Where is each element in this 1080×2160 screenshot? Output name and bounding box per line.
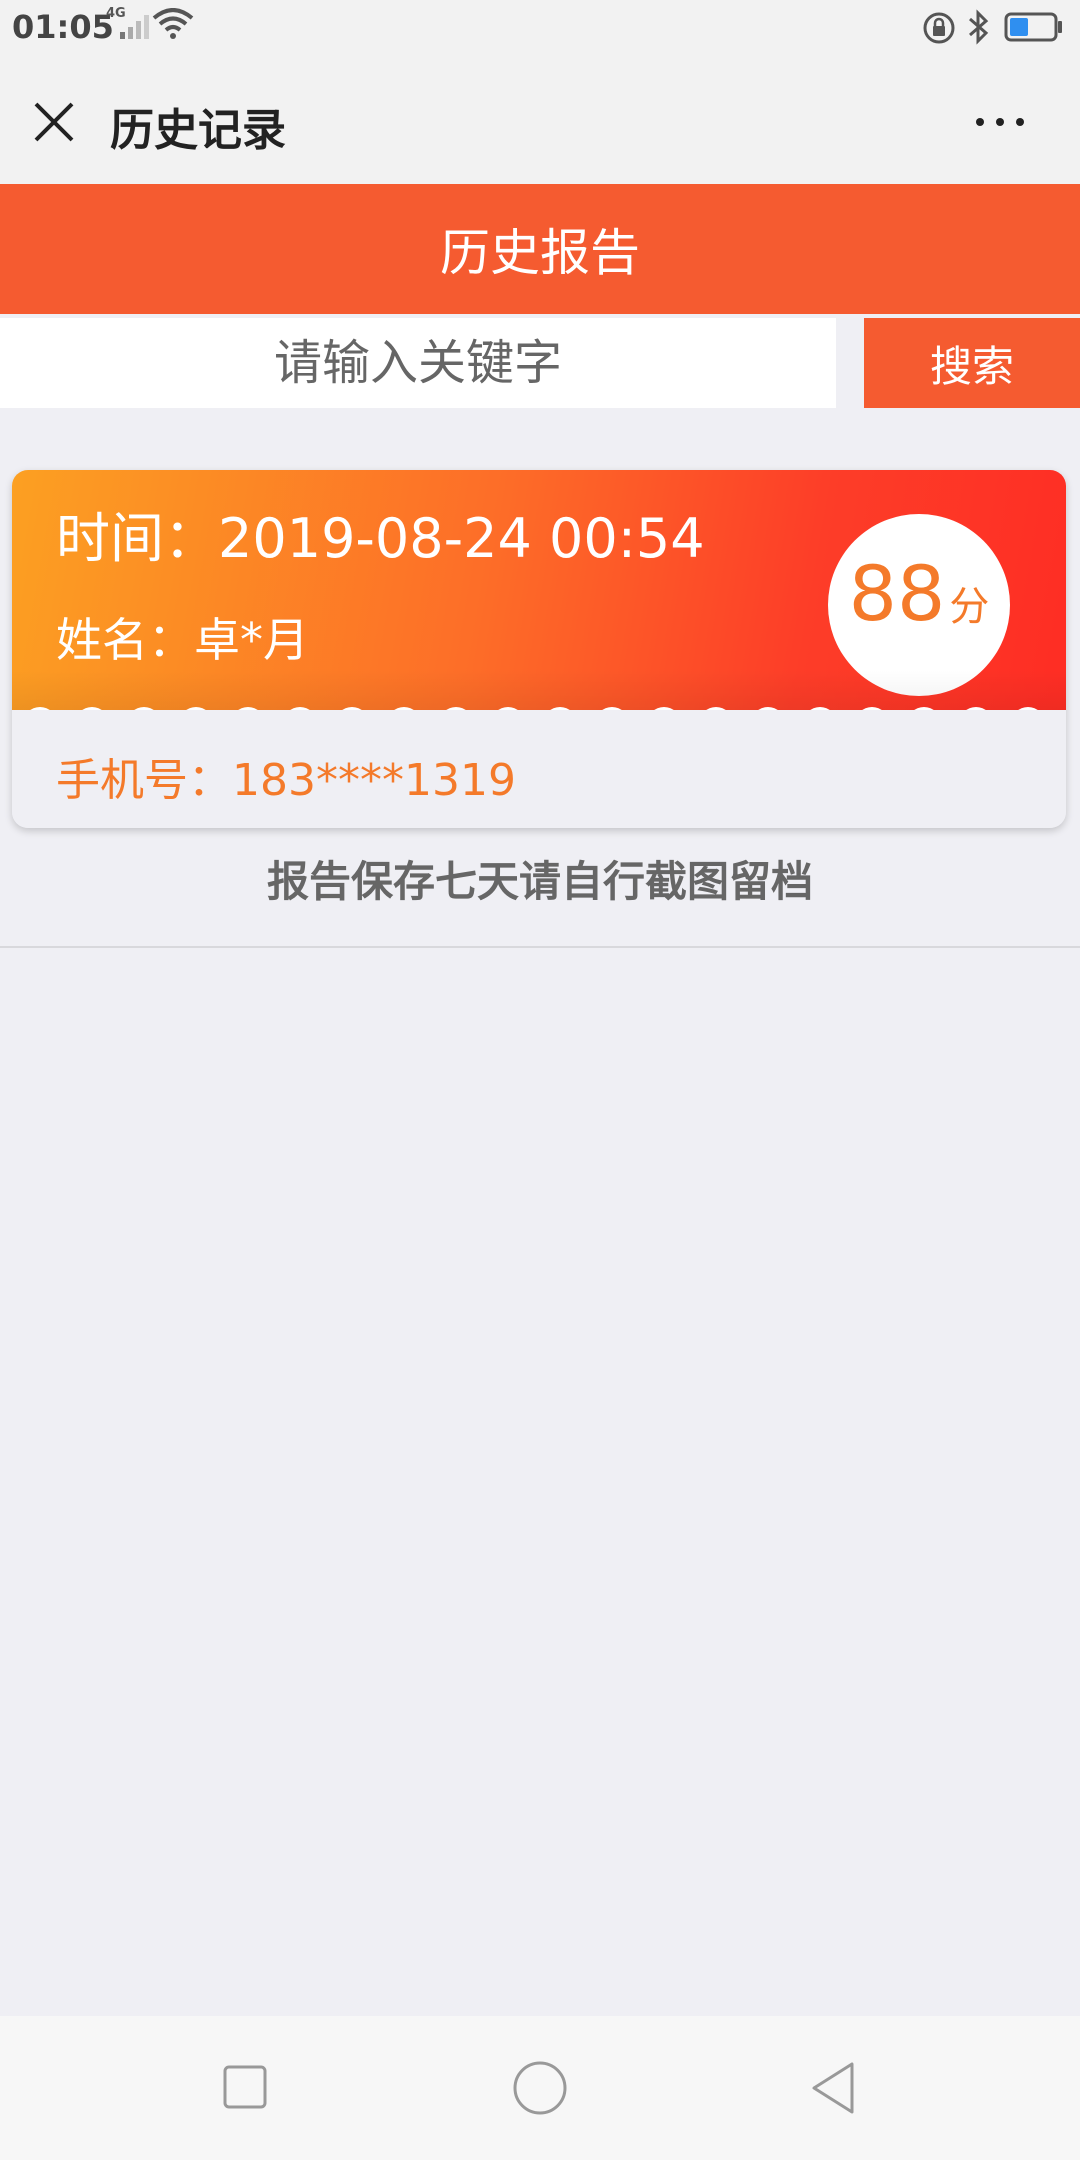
- home-icon[interactable]: [512, 2060, 568, 2116]
- search-button[interactable]: 搜索: [864, 318, 1080, 408]
- close-icon[interactable]: [28, 96, 80, 148]
- battery-icon: [1004, 12, 1062, 42]
- signal-icon: [120, 15, 149, 39]
- status-bar: 01:05 4G: [0, 0, 1080, 54]
- bluetooth-icon: [969, 9, 989, 45]
- report-name: 姓名：卓*月: [56, 613, 309, 667]
- search-input[interactable]: [0, 318, 836, 408]
- wifi-icon: [152, 8, 194, 39]
- status-time: 01:05: [12, 8, 114, 46]
- screen: 01:05 4G 历史记录 历史报告 请输入关键字 搜索 时间：2019-08-…: [0, 0, 1080, 2160]
- recent-apps-icon[interactable]: [222, 2064, 268, 2110]
- back-icon[interactable]: [808, 2060, 858, 2116]
- more-options-icon[interactable]: [970, 112, 1030, 132]
- score-badge: 88 分: [828, 514, 1010, 696]
- score-unit: 分: [949, 584, 990, 630]
- page-title: 历史记录: [110, 105, 286, 156]
- report-time: 时间：2019-08-24 00:54: [56, 507, 705, 570]
- score-value: 88: [848, 549, 946, 638]
- search-bar: 搜索: [0, 318, 1080, 408]
- report-card-header: 时间：2019-08-24 00:54 姓名：卓*月 88 分: [12, 470, 1066, 710]
- divider: [0, 946, 1080, 948]
- report-card[interactable]: 时间：2019-08-24 00:54 姓名：卓*月 88 分 手机号：183*…: [12, 470, 1066, 828]
- title-bar: 历史记录: [0, 54, 1080, 184]
- retention-notice: 报告保存七天请自行截图留档: [266, 857, 813, 906]
- rotation-lock-icon: [923, 12, 955, 44]
- system-nav-bar: [0, 2016, 1080, 2160]
- report-phone: 手机号：183****1319: [56, 755, 516, 806]
- report-header: 历史报告: [0, 184, 1080, 314]
- report-card-footer: 手机号：183****1319: [12, 710, 1066, 828]
